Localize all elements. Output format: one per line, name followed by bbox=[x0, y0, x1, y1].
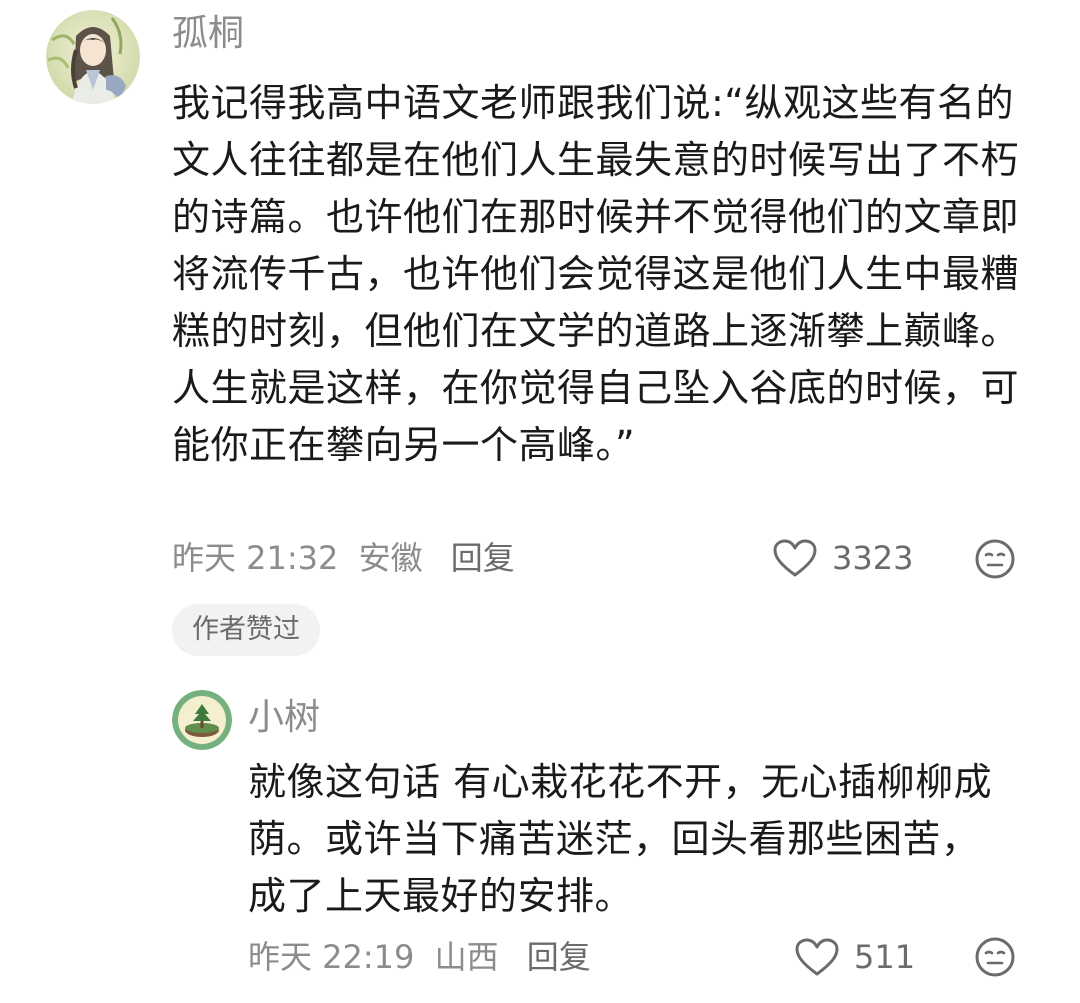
comment-location: 山西 bbox=[434, 938, 499, 976]
username[interactable]: 小树 bbox=[248, 696, 320, 740]
reply-button[interactable]: 回复 bbox=[451, 538, 515, 578]
author-liked-badge: 作者赞过 bbox=[172, 604, 320, 656]
comment-meta: 昨天 22:19 山西 回复 bbox=[248, 937, 591, 977]
reply-button[interactable]: 回复 bbox=[527, 937, 591, 977]
like-button[interactable]: 511 bbox=[794, 937, 915, 977]
like-count: 3323 bbox=[832, 539, 914, 577]
username[interactable]: 孤桐 bbox=[172, 12, 244, 56]
avatar[interactable] bbox=[46, 10, 140, 104]
comment-location: 安徽 bbox=[358, 539, 423, 577]
comment-time: 昨天 22:19 bbox=[248, 938, 415, 976]
heart-outline-icon bbox=[773, 539, 817, 577]
comment-text: 我记得我高中语文老师跟我们说:“纵观这些有名的文人往往都是在他们人生最失意的时候… bbox=[172, 81, 1020, 467]
like-count: 511 bbox=[854, 938, 916, 976]
heart-outline-icon bbox=[795, 938, 839, 976]
like-button[interactable]: 3323 bbox=[772, 538, 913, 578]
tree-avatar-icon bbox=[172, 690, 232, 750]
neutral-face-icon bbox=[975, 539, 1015, 579]
neutral-face-icon bbox=[975, 937, 1015, 977]
comment-time: 昨天 21:32 bbox=[172, 539, 339, 577]
emoji-reaction-button[interactable] bbox=[974, 936, 1016, 978]
avatar[interactable] bbox=[172, 690, 232, 750]
comment-meta: 昨天 21:32 安徽 回复 bbox=[172, 538, 515, 578]
anime-character-avatar-icon bbox=[46, 10, 140, 104]
comment-text: 就像这句话 有心栽花花不开，无心插柳柳成荫。或许当下痛苦迷茫，回头看那些困苦，成… bbox=[248, 760, 993, 918]
emoji-reaction-button[interactable] bbox=[974, 538, 1016, 580]
